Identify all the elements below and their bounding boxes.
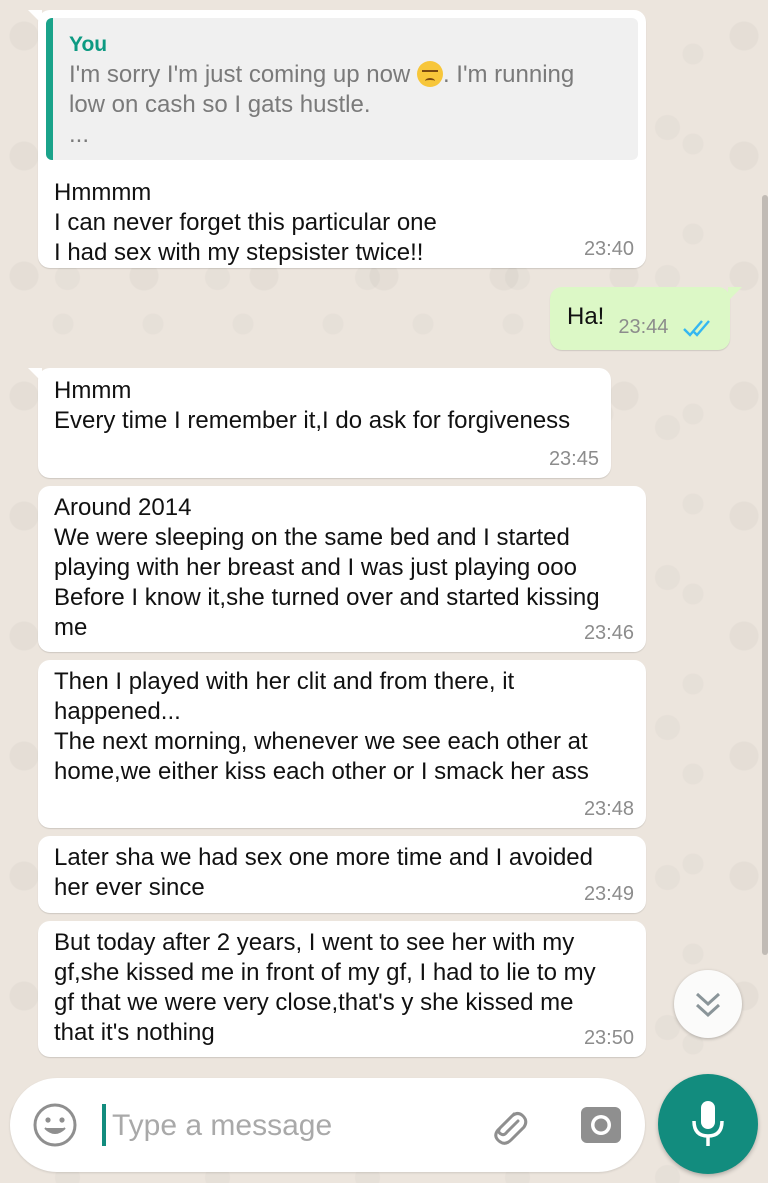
message-time: 23:48 [583, 798, 634, 820]
message-time: 23:49 [583, 883, 634, 905]
message-text: Hmmm Every time I remember it,I do ask f… [54, 377, 571, 434]
message-input[interactable] [110, 1096, 474, 1156]
message-text: Then I played with her clit and from the… [54, 668, 589, 785]
message-time: 23:46 [583, 622, 634, 644]
incoming-message-bubble[interactable]: But today after 2 years, I went to see h… [38, 921, 646, 1057]
camera-icon[interactable] [578, 1102, 624, 1148]
scrollbar[interactable] [762, 195, 768, 955]
pensive-face-emoji-icon [416, 61, 443, 87]
scroll-to-bottom-button[interactable] [674, 970, 742, 1038]
bubble-tail [28, 10, 42, 24]
smiley-icon[interactable] [32, 1102, 78, 1148]
message-text: Ha! [567, 303, 605, 330]
quote-text: I'm sorry I'm just coming up now . I'm r… [69, 60, 624, 150]
message-time: 23:44 [618, 316, 669, 338]
bubble-tail [728, 287, 742, 301]
incoming-message-bubble[interactable]: You I'm sorry I'm just coming up now . I… [28, 10, 646, 268]
incoming-message-bubble[interactable]: Then I played with her clit and from the… [38, 660, 646, 828]
double-tick-read-icon [683, 319, 710, 337]
message-text: Around 2014 We were sleeping on the same… [54, 494, 600, 641]
message-text: But today after 2 years, I went to see h… [54, 929, 596, 1046]
text-caret [102, 1104, 106, 1146]
bubble-tail [28, 368, 42, 382]
outgoing-message-bubble[interactable]: Ha! 23:44 [550, 287, 742, 350]
message-meta: 23:44 [618, 316, 716, 338]
paperclip-icon[interactable] [484, 1100, 534, 1150]
incoming-message-bubble[interactable]: Around 2014 We were sleeping on the same… [38, 486, 646, 652]
message-time: 23:40 [583, 238, 634, 260]
message-text: Later sha we had sex one more time and I… [54, 844, 593, 901]
message-time: 23:45 [548, 448, 599, 470]
quote-sender-name: You [69, 33, 108, 56]
voice-message-button[interactable] [658, 1074, 758, 1174]
chevron-double-down-icon [695, 992, 721, 1018]
quote-accent-bar [46, 18, 53, 160]
incoming-message-bubble[interactable]: Hmmm Every time I remember it,I do ask f… [28, 368, 611, 478]
quote-text-part: I'm sorry I'm just coming up now [69, 61, 417, 88]
incoming-message-bubble[interactable]: Later sha we had sex one more time and I… [38, 836, 646, 913]
message-text: Hmmmm I can never forget this particular… [54, 179, 437, 266]
microphone-icon [692, 1101, 724, 1146]
message-composer [10, 1078, 645, 1172]
message-time: 23:50 [583, 1027, 634, 1049]
quoted-message[interactable]: You I'm sorry I'm just coming up now . I… [46, 18, 638, 160]
